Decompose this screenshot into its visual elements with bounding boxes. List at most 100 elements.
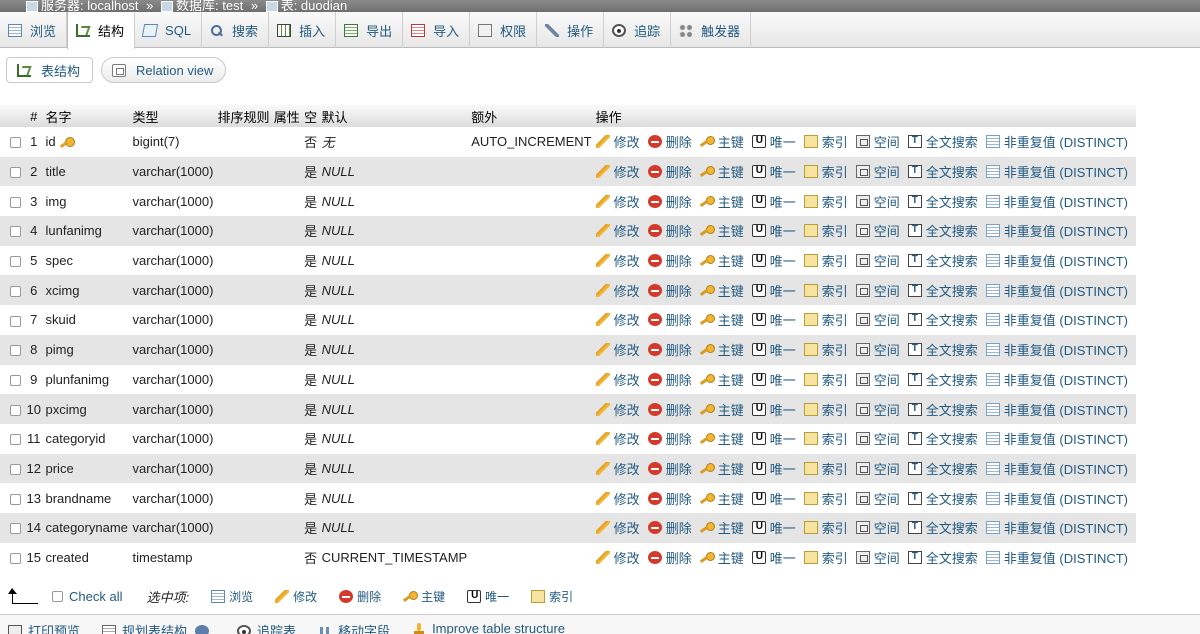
- relation-view-button[interactable]: Relation view: [101, 57, 227, 83]
- drop-button[interactable]: 删除: [647, 518, 692, 537]
- bulk-drop-button[interactable]: 删除: [339, 588, 381, 605]
- bulk-unique-button[interactable]: 唯一: [467, 588, 509, 605]
- tab-structure[interactable]: 结构: [67, 12, 136, 49]
- row-checkbox[interactable]: [10, 404, 21, 416]
- unique-button[interactable]: 唯一: [751, 132, 796, 151]
- unique-button[interactable]: 唯一: [751, 340, 796, 359]
- unique-button[interactable]: 唯一: [751, 489, 796, 508]
- distinct-button[interactable]: 非重复值 (DISTINCT): [985, 221, 1128, 240]
- primary-button[interactable]: 主键: [700, 162, 744, 181]
- drop-button[interactable]: 删除: [647, 162, 692, 181]
- fulltext-button[interactable]: 全文搜索: [907, 370, 978, 389]
- index-button[interactable]: 索引: [803, 340, 848, 359]
- row-checkbox[interactable]: [10, 315, 21, 327]
- improve-structure-link[interactable]: Improve table structure: [412, 615, 565, 634]
- breadcrumb-table[interactable]: 表: duodian: [281, 0, 348, 12]
- table-structure-button[interactable]: 表结构: [6, 57, 94, 83]
- change-button[interactable]: 修改: [595, 162, 640, 181]
- fulltext-button[interactable]: 全文搜索: [907, 400, 978, 419]
- change-button[interactable]: 修改: [595, 548, 640, 567]
- row-checkbox[interactable]: [10, 374, 21, 386]
- breadcrumb-server[interactable]: 服务器: localhost: [41, 0, 139, 12]
- row-checkbox[interactable]: [10, 285, 21, 297]
- index-button[interactable]: 索引: [803, 281, 848, 300]
- fulltext-button[interactable]: 全文搜索: [907, 548, 978, 567]
- distinct-button[interactable]: 非重复值 (DISTINCT): [985, 310, 1128, 329]
- distinct-button[interactable]: 非重复值 (DISTINCT): [985, 400, 1128, 419]
- row-checkbox[interactable]: [10, 345, 21, 357]
- primary-button[interactable]: 主键: [700, 251, 744, 270]
- index-button[interactable]: 索引: [803, 429, 848, 448]
- tab-export[interactable]: 导出: [336, 12, 404, 48]
- row-checkbox[interactable]: [10, 196, 21, 208]
- primary-button[interactable]: 主键: [700, 489, 744, 508]
- row-checkbox[interactable]: [10, 493, 21, 505]
- fulltext-button[interactable]: 全文搜索: [907, 459, 978, 478]
- index-button[interactable]: 索引: [803, 132, 848, 151]
- primary-button[interactable]: 主键: [700, 221, 744, 240]
- spatial-button[interactable]: 空间: [855, 489, 900, 508]
- check-all-checkbox[interactable]: [52, 590, 63, 602]
- primary-button[interactable]: 主键: [700, 340, 744, 359]
- distinct-button[interactable]: 非重复值 (DISTINCT): [985, 370, 1128, 389]
- change-button[interactable]: 修改: [595, 221, 640, 240]
- index-button[interactable]: 索引: [803, 518, 848, 537]
- index-button[interactable]: 索引: [803, 310, 848, 329]
- index-button[interactable]: 索引: [803, 192, 848, 211]
- spatial-button[interactable]: 空间: [855, 162, 900, 181]
- spatial-button[interactable]: 空间: [855, 518, 900, 537]
- change-button[interactable]: 修改: [595, 132, 640, 151]
- distinct-button[interactable]: 非重复值 (DISTINCT): [985, 281, 1128, 300]
- print-view-link[interactable]: 打印预览: [8, 615, 80, 634]
- tab-search[interactable]: 搜索: [202, 12, 270, 48]
- index-button[interactable]: 索引: [803, 400, 848, 419]
- bulk-change-button[interactable]: 修改: [275, 588, 317, 605]
- row-checkbox[interactable]: [10, 463, 21, 475]
- primary-button[interactable]: 主键: [700, 310, 744, 329]
- fulltext-button[interactable]: 全文搜索: [907, 251, 978, 270]
- distinct-button[interactable]: 非重复值 (DISTINCT): [985, 162, 1128, 181]
- check-all[interactable]: Check all: [52, 589, 122, 604]
- index-button[interactable]: 索引: [803, 548, 848, 567]
- index-button[interactable]: 索引: [803, 221, 848, 240]
- unique-button[interactable]: 唯一: [751, 459, 796, 478]
- change-button[interactable]: 修改: [595, 429, 640, 448]
- distinct-button[interactable]: 非重复值 (DISTINCT): [985, 132, 1128, 151]
- fulltext-button[interactable]: 全文搜索: [907, 162, 978, 181]
- drop-button[interactable]: 删除: [647, 429, 692, 448]
- drop-button[interactable]: 删除: [647, 340, 692, 359]
- spatial-button[interactable]: 空间: [855, 192, 900, 211]
- bulk-primary-button[interactable]: 主键: [403, 588, 445, 605]
- unique-button[interactable]: 唯一: [751, 518, 796, 537]
- spatial-button[interactable]: 空间: [855, 310, 900, 329]
- spatial-button[interactable]: 空间: [855, 251, 900, 270]
- change-button[interactable]: 修改: [595, 489, 640, 508]
- distinct-button[interactable]: 非重复值 (DISTINCT): [985, 429, 1128, 448]
- primary-button[interactable]: 主键: [700, 429, 744, 448]
- primary-button[interactable]: 主键: [700, 370, 744, 389]
- drop-button[interactable]: 删除: [647, 370, 692, 389]
- index-button[interactable]: 索引: [803, 251, 848, 270]
- tab-tracking[interactable]: 追踪: [604, 12, 672, 48]
- distinct-button[interactable]: 非重复值 (DISTINCT): [985, 251, 1128, 270]
- fulltext-button[interactable]: 全文搜索: [907, 281, 978, 300]
- row-checkbox[interactable]: [10, 167, 21, 179]
- distinct-button[interactable]: 非重复值 (DISTINCT): [985, 518, 1128, 537]
- change-button[interactable]: 修改: [595, 281, 640, 300]
- drop-button[interactable]: 删除: [647, 310, 692, 329]
- change-button[interactable]: 修改: [595, 370, 640, 389]
- drop-button[interactable]: 删除: [647, 221, 692, 240]
- change-button[interactable]: 修改: [595, 400, 640, 419]
- track-table-link[interactable]: 追踪表: [237, 615, 296, 634]
- primary-button[interactable]: 主键: [700, 400, 744, 419]
- unique-button[interactable]: 唯一: [751, 251, 796, 270]
- drop-button[interactable]: 删除: [647, 548, 692, 567]
- drop-button[interactable]: 删除: [647, 281, 692, 300]
- drop-button[interactable]: 删除: [647, 132, 692, 151]
- distinct-button[interactable]: 非重复值 (DISTINCT): [985, 548, 1128, 567]
- unique-button[interactable]: 唯一: [751, 429, 796, 448]
- tab-triggers[interactable]: 触发器: [671, 12, 752, 48]
- spatial-button[interactable]: 空间: [855, 370, 900, 389]
- fulltext-button[interactable]: 全文搜索: [907, 192, 978, 211]
- row-checkbox[interactable]: [10, 434, 21, 446]
